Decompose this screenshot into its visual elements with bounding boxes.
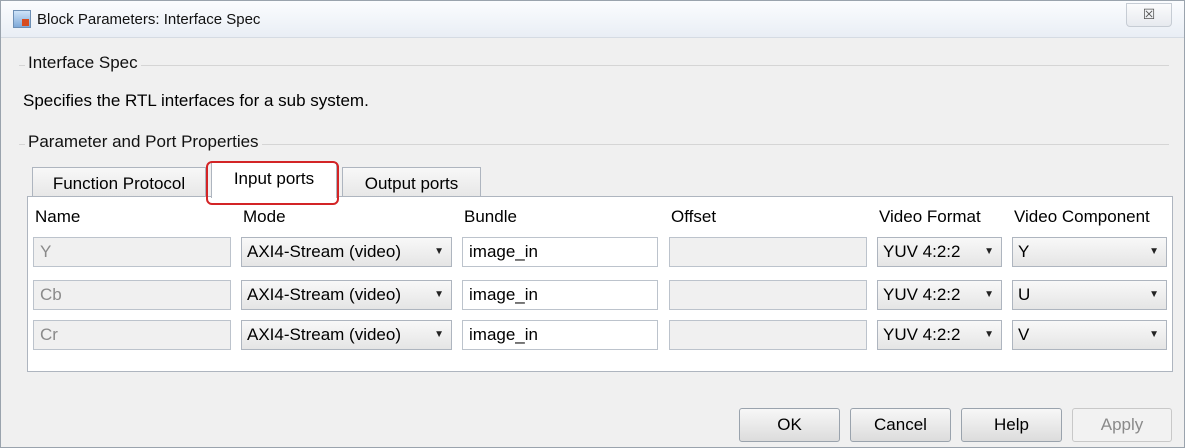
chevron-down-icon: ▼ bbox=[984, 329, 994, 340]
close-button[interactable]: ☒ bbox=[1126, 3, 1172, 27]
column-header-video-component: Video Component bbox=[1014, 207, 1150, 226]
ok-button[interactable]: OK bbox=[739, 408, 840, 442]
offset-field bbox=[669, 280, 867, 310]
tab-highlight-annotation bbox=[206, 161, 339, 205]
column-header-bundle: Bundle bbox=[464, 207, 517, 226]
port-name-field: Y bbox=[33, 237, 231, 267]
chevron-down-icon: ▼ bbox=[434, 246, 444, 257]
group-title-interface-spec: Interface Spec bbox=[25, 53, 141, 73]
mode-select[interactable]: AXI4-Stream (video) ▼ bbox=[241, 280, 452, 310]
port-name-field: Cr bbox=[33, 320, 231, 350]
video-format-value: YUV 4:2:2 bbox=[883, 325, 961, 344]
mode-select[interactable]: AXI4-Stream (video) ▼ bbox=[241, 320, 452, 350]
tab-function-protocol[interactable]: Function Protocol bbox=[32, 167, 206, 198]
video-format-value: YUV 4:2:2 bbox=[883, 242, 961, 261]
group-divider bbox=[19, 65, 1169, 66]
video-component-value: V bbox=[1018, 325, 1030, 344]
video-component-select[interactable]: Y ▼ bbox=[1012, 237, 1167, 267]
video-component-select[interactable]: U ▼ bbox=[1012, 280, 1167, 310]
chevron-down-icon: ▼ bbox=[984, 289, 994, 300]
mode-value: AXI4-Stream (video) bbox=[247, 242, 401, 261]
video-component-value: U bbox=[1018, 285, 1031, 304]
bundle-field[interactable]: image_in bbox=[462, 237, 658, 267]
video-format-value: YUV 4:2:2 bbox=[883, 285, 961, 304]
column-header-offset: Offset bbox=[671, 207, 717, 226]
mode-value: AXI4-Stream (video) bbox=[247, 285, 401, 304]
help-button[interactable]: Help bbox=[961, 408, 1062, 442]
dialog-window: Block Parameters: Interface Spec ☒ Inter… bbox=[0, 0, 1185, 448]
offset-field bbox=[669, 320, 867, 350]
video-component-value: Y bbox=[1018, 242, 1030, 261]
column-header-name: Name bbox=[35, 207, 81, 226]
bundle-field[interactable]: image_in bbox=[462, 320, 658, 350]
bundle-field[interactable]: image_in bbox=[462, 280, 658, 310]
mode-value: AXI4-Stream (video) bbox=[247, 325, 401, 344]
port-name-field: Cb bbox=[33, 280, 231, 310]
chevron-down-icon: ▼ bbox=[1149, 289, 1159, 300]
chevron-down-icon: ▼ bbox=[1149, 329, 1159, 340]
tab-output-ports[interactable]: Output ports bbox=[342, 167, 481, 198]
cancel-button[interactable]: Cancel bbox=[850, 408, 951, 442]
description-text: Specifies the RTL interfaces for a sub s… bbox=[23, 91, 369, 110]
simulink-app-icon bbox=[13, 10, 31, 28]
chevron-down-icon: ▼ bbox=[434, 289, 444, 300]
group-title-parameters: Parameter and Port Properties bbox=[25, 132, 262, 152]
chevron-down-icon: ▼ bbox=[984, 246, 994, 257]
video-format-select[interactable]: YUV 4:2:2 ▼ bbox=[877, 320, 1002, 350]
column-header-video-format: Video Format bbox=[879, 207, 981, 226]
column-header-mode: Mode bbox=[243, 207, 286, 226]
mode-select[interactable]: AXI4-Stream (video) ▼ bbox=[241, 237, 452, 267]
chevron-down-icon: ▼ bbox=[1149, 246, 1159, 257]
chevron-down-icon: ▼ bbox=[434, 329, 444, 340]
video-component-select[interactable]: V ▼ bbox=[1012, 320, 1167, 350]
offset-field bbox=[669, 237, 867, 267]
apply-button[interactable]: Apply bbox=[1072, 408, 1172, 442]
title-bar[interactable]: Block Parameters: Interface Spec ☒ bbox=[1, 1, 1184, 38]
window-title: Block Parameters: Interface Spec bbox=[37, 11, 261, 28]
video-format-select[interactable]: YUV 4:2:2 ▼ bbox=[877, 280, 1002, 310]
video-format-select[interactable]: YUV 4:2:2 ▼ bbox=[877, 237, 1002, 267]
